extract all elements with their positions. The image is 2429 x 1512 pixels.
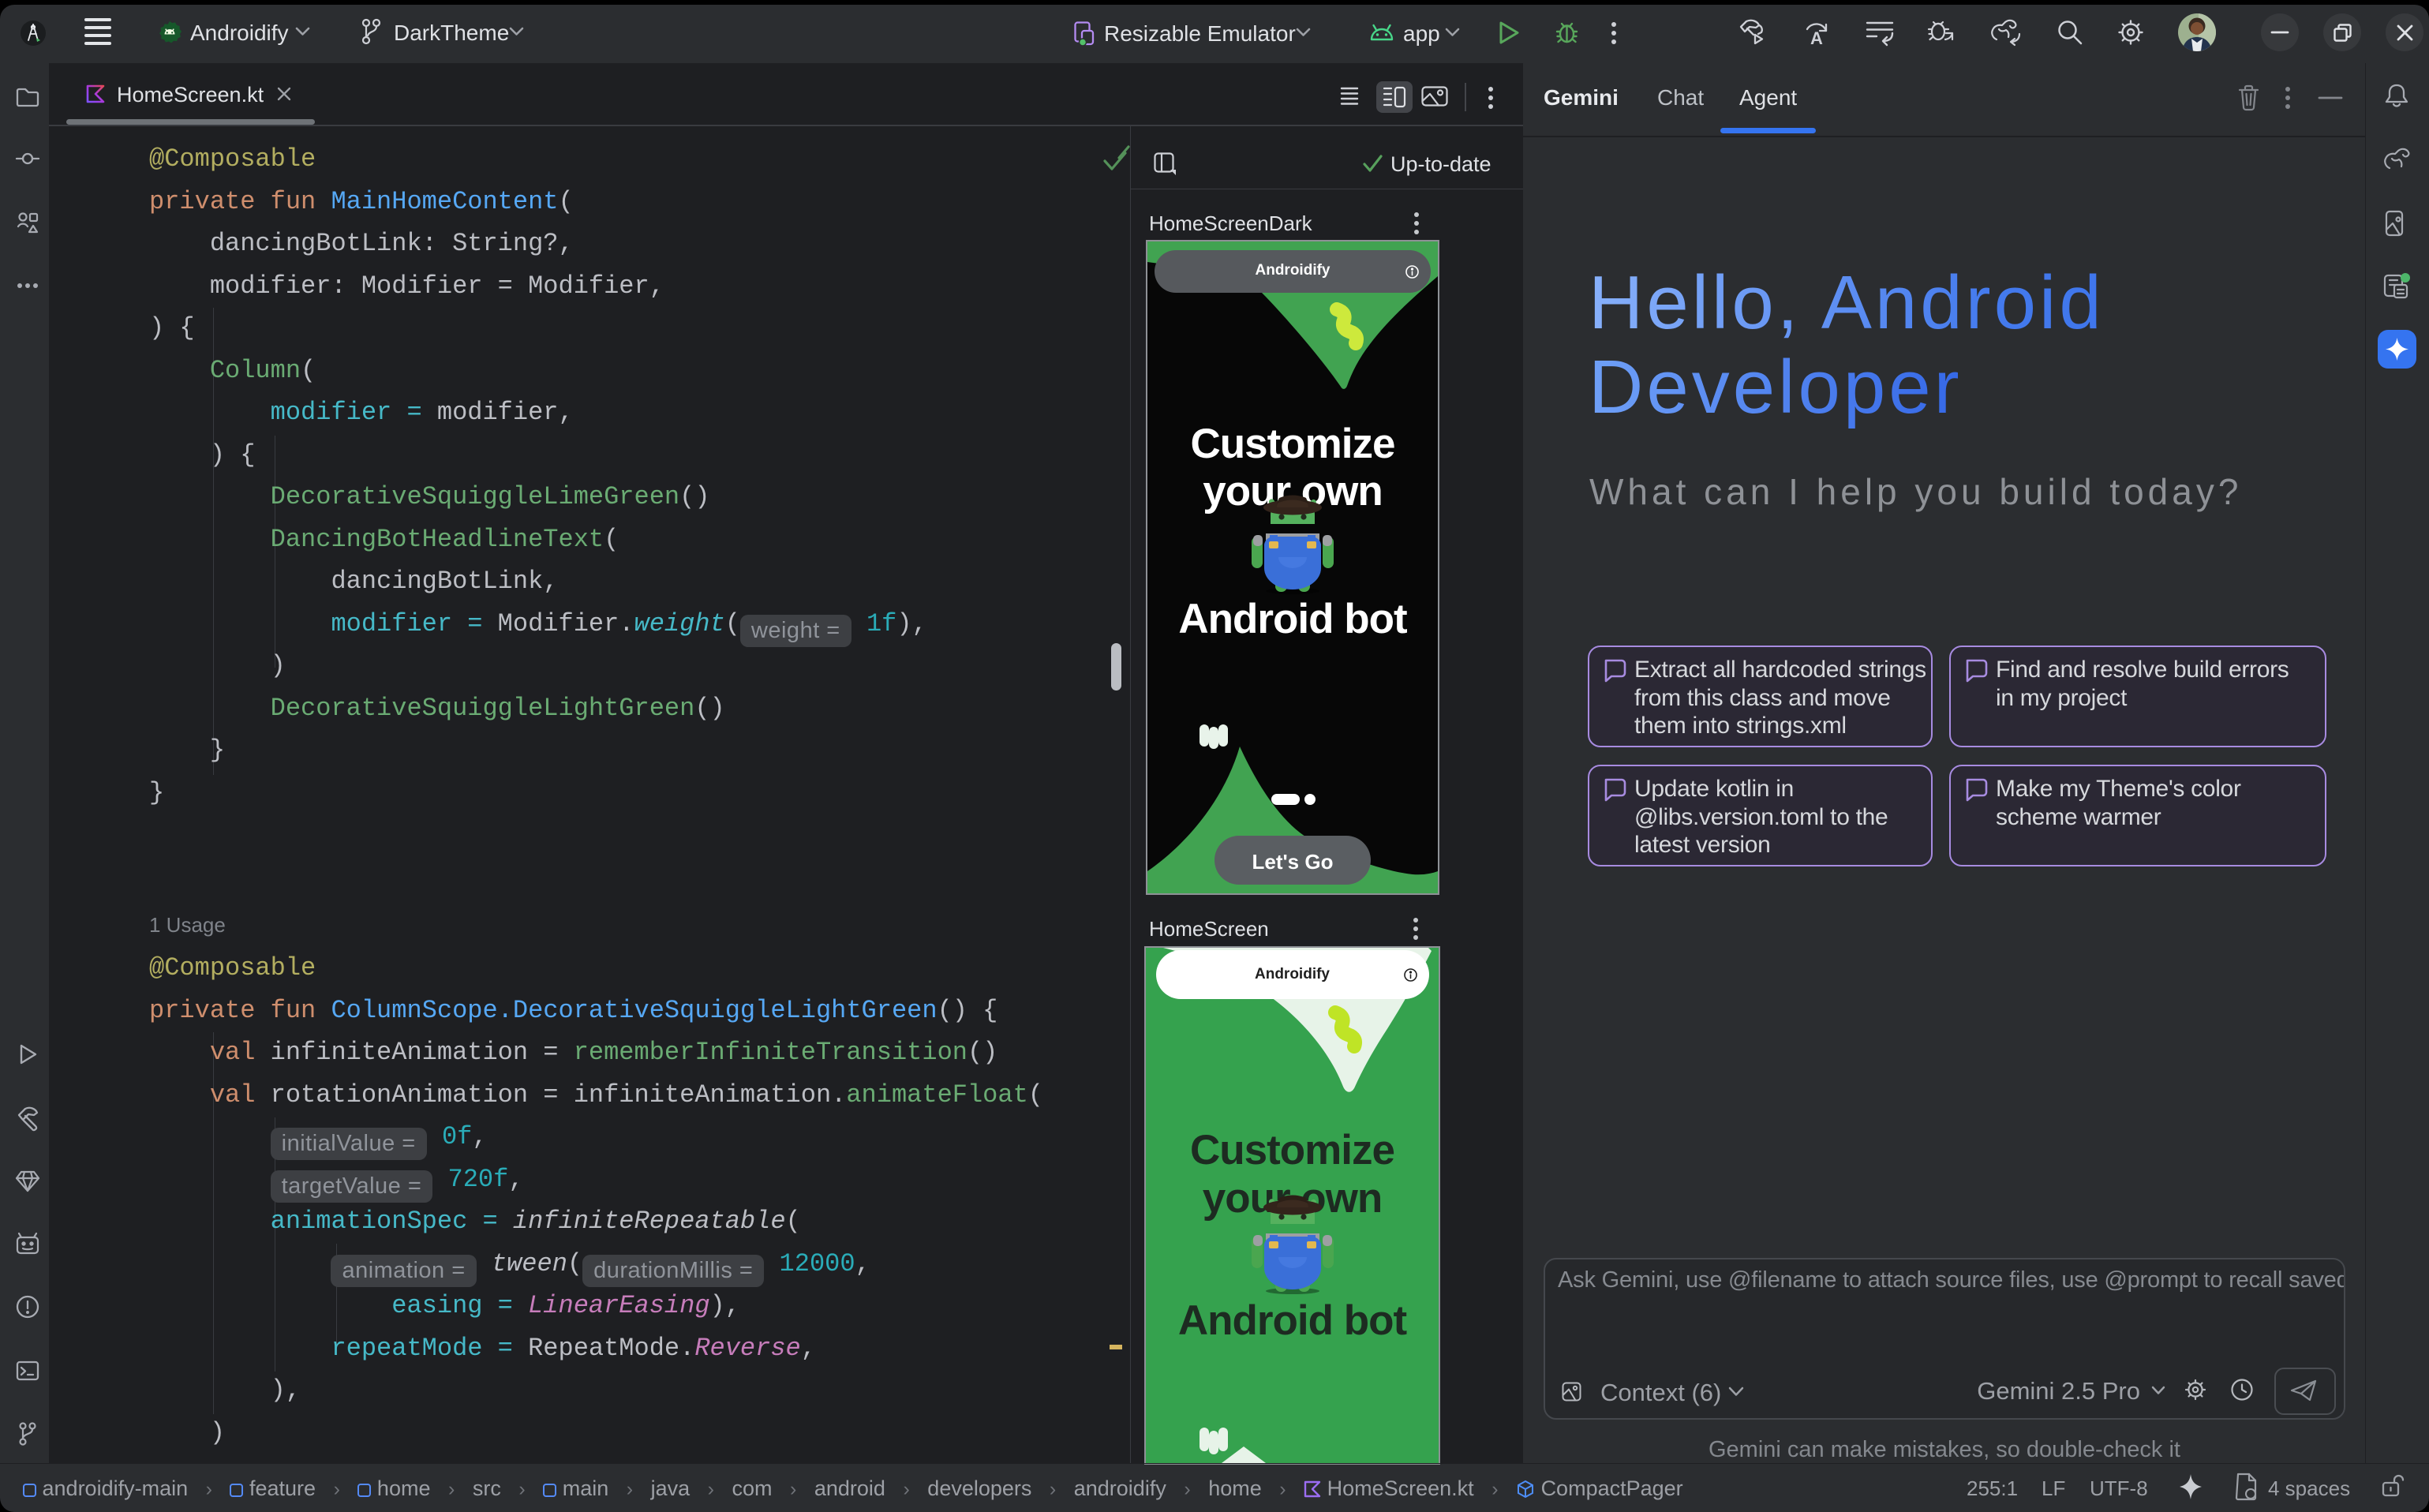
- svg-text:A: A: [1810, 28, 1823, 48]
